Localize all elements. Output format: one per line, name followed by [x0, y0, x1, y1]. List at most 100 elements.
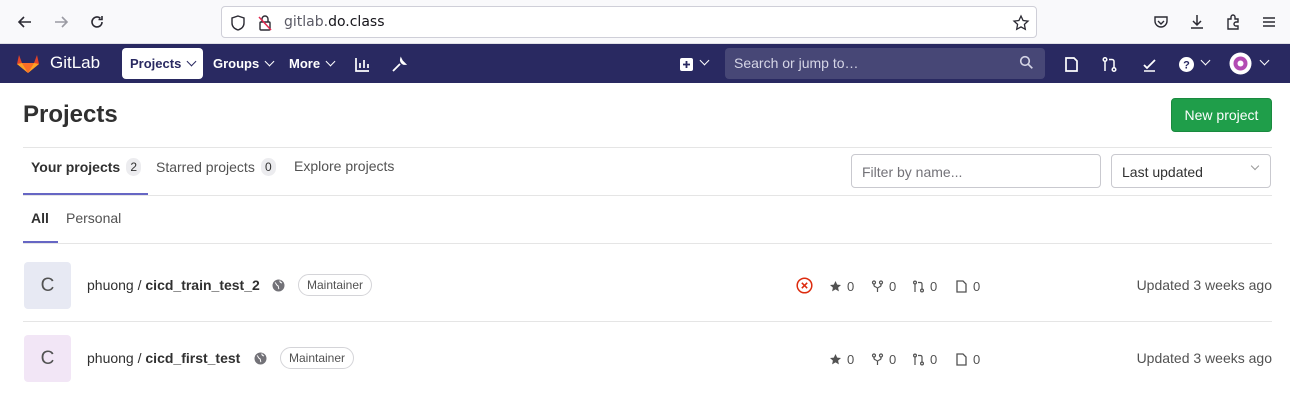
- chevron-down-icon[interactable]: [1259, 55, 1270, 66]
- svg-text:?: ?: [1183, 59, 1190, 71]
- project-row[interactable]: C phuong / cicd_first_test Maintainer 0 …: [23, 317, 1272, 390]
- gitlab-logo[interactable]: GitLab: [16, 51, 100, 74]
- updated-time: Updated 3 weeks ago: [1136, 277, 1272, 293]
- project-avatar[interactable]: C: [24, 262, 71, 309]
- issues-icon: [956, 353, 967, 366]
- shield-icon[interactable]: [228, 13, 248, 33]
- tab-label: Starred projects: [156, 159, 255, 175]
- lock-icon[interactable]: [255, 13, 275, 33]
- fork-icon: [871, 353, 884, 365]
- project-name: cicd_first_test: [145, 350, 241, 366]
- chevron-down-icon: [264, 56, 275, 67]
- project-row[interactable]: C phuong / cicd_train_test_2 Maintainer …: [23, 244, 1272, 317]
- stat-value: 0: [973, 279, 981, 294]
- extensions-icon[interactable]: [1223, 12, 1243, 32]
- public-globe-icon: [254, 352, 267, 365]
- project-name-link[interactable]: phuong / cicd_first_test: [87, 350, 240, 366]
- nav-projects-label: Projects: [130, 56, 182, 71]
- nav-more-label: More: [289, 56, 321, 71]
- subtab-personal[interactable]: Personal: [66, 210, 121, 226]
- tab-label: Your projects: [31, 159, 121, 175]
- stat-value: 0: [973, 352, 981, 367]
- new-project-button[interactable]: New project: [1171, 98, 1272, 132]
- issues-icon: [956, 280, 967, 293]
- pocket-icon[interactable]: [1151, 12, 1171, 32]
- pipeline-failed-icon[interactable]: [796, 277, 813, 294]
- top-navbar: GitLab Projects Groups More Search or ju…: [0, 44, 1290, 83]
- role-badge: Maintainer: [280, 347, 355, 369]
- nav-projects-dropdown[interactable]: Projects: [122, 48, 204, 79]
- search-placeholder: Search or jump to…: [734, 55, 859, 71]
- merge-request-icon: [913, 280, 925, 293]
- user-avatar[interactable]: [1229, 52, 1252, 75]
- stat-value: 0: [847, 352, 855, 367]
- chevron-down-icon: [325, 56, 336, 67]
- stat-value: 0: [930, 352, 938, 367]
- page-title: Projects: [23, 101, 118, 128]
- reload-icon[interactable]: [87, 12, 107, 32]
- nav-groups-label: Groups: [213, 56, 260, 71]
- tab-starred-projects[interactable]: Starred projects 0: [156, 158, 276, 176]
- project-name-link[interactable]: phuong / cicd_train_test_2: [87, 277, 260, 293]
- chevron-down-icon[interactable]: [699, 55, 710, 66]
- nav-more-dropdown[interactable]: More: [281, 48, 342, 79]
- bookmark-star-icon[interactable]: [1011, 13, 1031, 33]
- subtab-all[interactable]: All: [31, 210, 49, 226]
- address-bar[interactable]: gitlab.do.class: [221, 6, 1037, 38]
- chevron-down-icon[interactable]: [1200, 55, 1211, 66]
- forward-icon[interactable]: [51, 12, 71, 32]
- public-globe-icon: [272, 279, 285, 292]
- updated-time: Updated 3 weeks ago: [1136, 350, 1272, 366]
- download-icon[interactable]: [1187, 12, 1207, 32]
- menu-icon[interactable]: [1259, 12, 1279, 32]
- issues-icon[interactable]: [1061, 54, 1081, 74]
- role-badge: Maintainer: [298, 274, 373, 296]
- forks-count[interactable]: 0: [871, 279, 896, 294]
- forks-count[interactable]: 0: [871, 352, 896, 367]
- tab-explore-projects[interactable]: Explore projects: [294, 158, 394, 174]
- stat-value: 0: [847, 279, 855, 294]
- new-plus-icon[interactable]: [676, 54, 696, 74]
- admin-wrench-icon[interactable]: [389, 54, 409, 74]
- chevron-down-icon: [186, 56, 197, 67]
- star-icon: [830, 354, 841, 365]
- project-namespace: phuong /: [87, 277, 146, 293]
- back-icon[interactable]: [15, 12, 35, 32]
- merge-requests-icon[interactable]: [1099, 54, 1119, 74]
- issues-count[interactable]: 0: [955, 352, 980, 367]
- stars-count[interactable]: 0: [829, 352, 854, 367]
- stat-value: 0: [889, 279, 897, 294]
- help-icon[interactable]: ?: [1176, 54, 1196, 74]
- stars-count[interactable]: 0: [829, 279, 854, 294]
- merge-requests-count[interactable]: 0: [912, 352, 937, 367]
- todos-icon[interactable]: [1139, 54, 1159, 74]
- tab-label: Explore projects: [294, 158, 395, 174]
- brand-name: GitLab: [50, 52, 101, 72]
- stat-value: 0: [930, 279, 938, 294]
- global-search-input[interactable]: Search or jump to…: [725, 48, 1045, 79]
- merge-request-icon: [913, 353, 925, 366]
- issues-count[interactable]: 0: [955, 279, 980, 294]
- tab-your-projects[interactable]: Your projects 2: [31, 158, 142, 176]
- project-avatar[interactable]: C: [24, 335, 71, 382]
- project-namespace: phuong /: [87, 350, 146, 366]
- filter-by-name-input[interactable]: Filter by name...: [851, 154, 1101, 188]
- count-badge: 2: [126, 158, 142, 176]
- project-name: cicd_train_test_2: [145, 277, 260, 293]
- star-icon: [830, 281, 841, 292]
- sort-dropdown[interactable]: Last updated: [1111, 154, 1271, 188]
- filter-placeholder: Filter by name...: [862, 164, 963, 180]
- chevron-down-icon: [1250, 161, 1260, 171]
- nav-groups-dropdown[interactable]: Groups: [205, 48, 281, 79]
- gitlab-tanuki-icon: [17, 55, 39, 73]
- divider: [23, 195, 1272, 196]
- browser-toolbar: gitlab.do.class: [0, 0, 1290, 44]
- divider: [23, 147, 1272, 148]
- stat-value: 0: [889, 352, 897, 367]
- merge-requests-count[interactable]: 0: [912, 279, 937, 294]
- analytics-icon[interactable]: [352, 54, 372, 74]
- url-text: gitlab.do.class: [284, 14, 385, 30]
- fork-icon: [871, 280, 884, 292]
- sort-value: Last updated: [1122, 164, 1203, 180]
- search-icon: [1019, 55, 1034, 74]
